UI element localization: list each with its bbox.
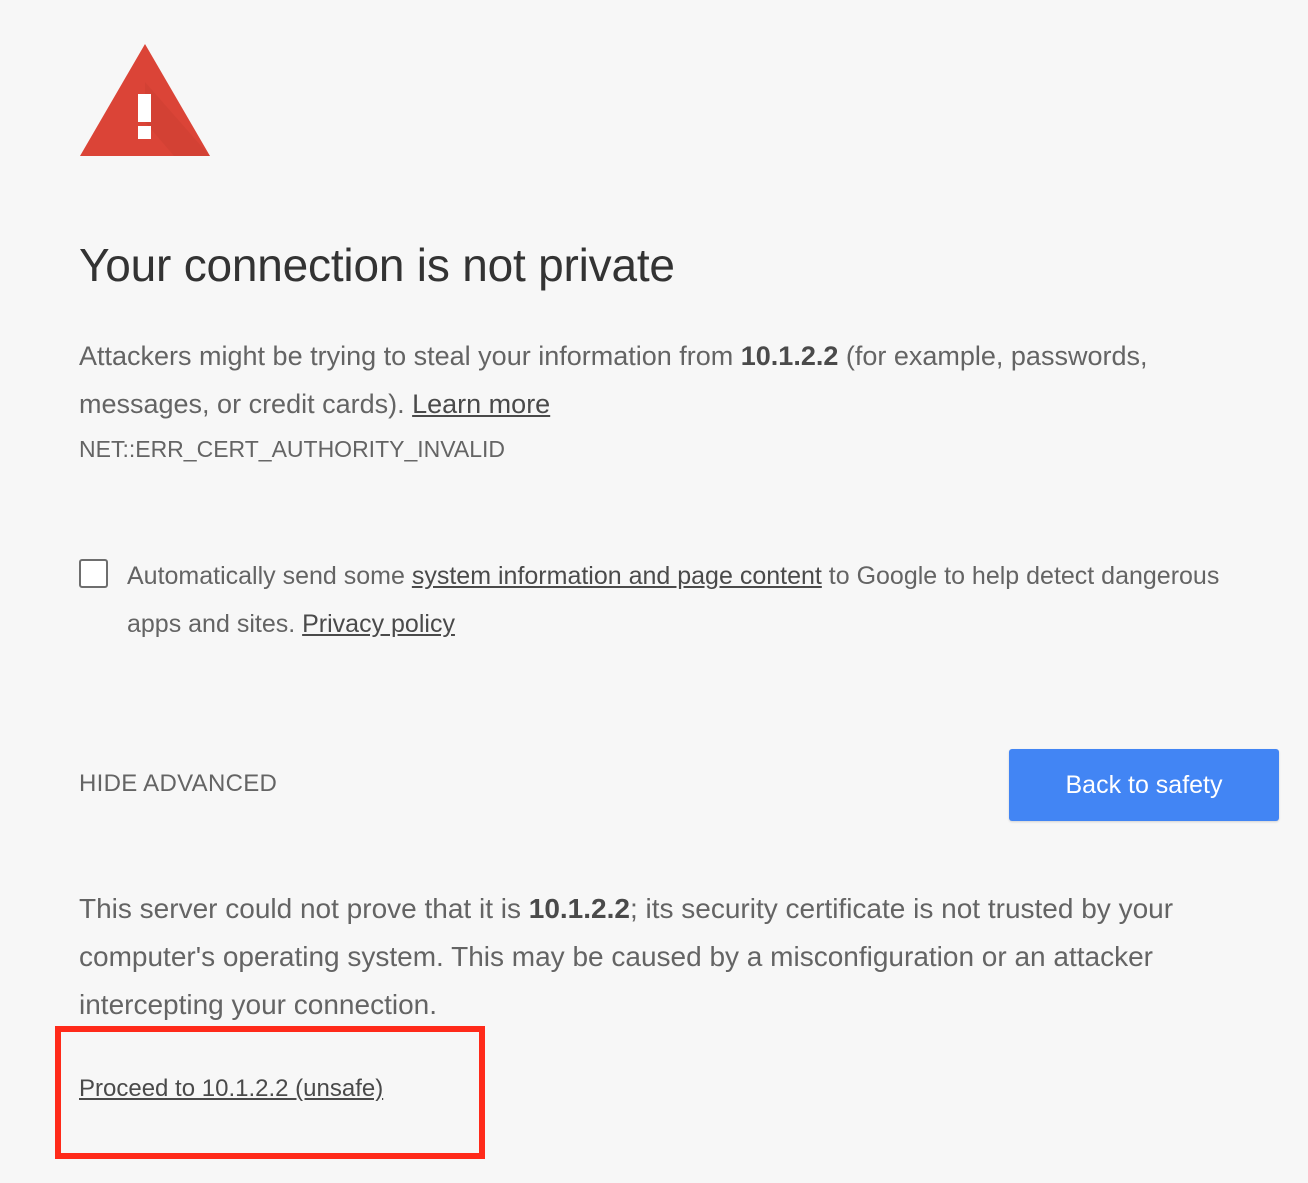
page-title: Your connection is not private [79, 239, 675, 291]
system-information-link[interactable]: system information and page content [412, 562, 822, 590]
proceed-unsafe-link[interactable]: Proceed to 10.1.2.2 (unsafe) [79, 1075, 383, 1103]
learn-more-link[interactable]: Learn more [412, 389, 550, 419]
details-message: This server could not prove that it is 1… [79, 885, 1259, 1029]
host-name: 10.1.2.2 [740, 341, 839, 371]
main-message: Attackers might be trying to steal your … [79, 332, 1239, 428]
warning-triangle-icon [80, 44, 210, 156]
extended-reporting-label: Automatically send some system informati… [127, 552, 1237, 648]
details-text: This server could not prove that it is [79, 893, 529, 924]
extended-reporting-text: Automatically send some [127, 562, 412, 590]
details-host-name: 10.1.2.2 [528, 893, 630, 924]
hide-advanced-button[interactable]: HIDE ADVANCED [79, 770, 277, 798]
extended-reporting-checkbox[interactable] [79, 559, 108, 588]
back-to-safety-button[interactable]: Back to safety [1009, 749, 1279, 821]
main-message-text: Attackers might be trying to steal your … [79, 341, 741, 371]
privacy-policy-link[interactable]: Privacy policy [302, 610, 455, 638]
error-code: NET::ERR_CERT_AUTHORITY_INVALID [79, 436, 506, 462]
